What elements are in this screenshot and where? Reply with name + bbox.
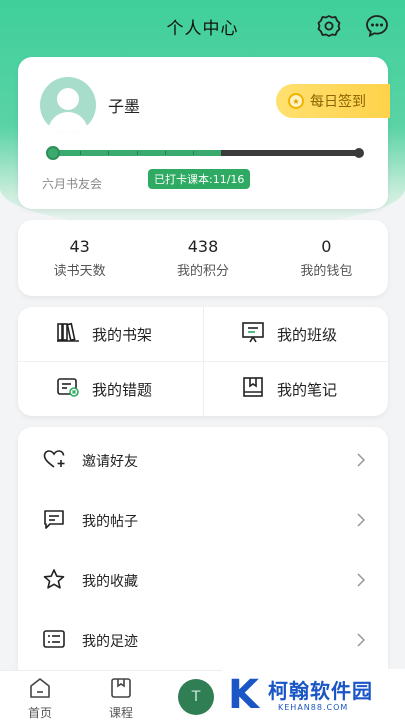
progress-tick <box>165 151 166 155</box>
menu-item-favorites[interactable]: 我的收藏 <box>18 551 388 611</box>
watermark-domain: KEHAN88.COM <box>278 703 349 712</box>
stats-card: 43 读书天数 438 我的积分 0 我的钱包 <box>18 220 388 296</box>
coin-icon: ★ <box>288 93 304 109</box>
page-title: 个人中心 <box>166 18 239 39</box>
progress-tag: 已打卡课本:11/16 <box>148 169 251 189</box>
menu-list-card: 邀请好友 我的帖子 我的收藏 我的足迹 <box>18 427 388 687</box>
stat-label: 读书天数 <box>53 264 106 279</box>
menu-item-label: 邀请好友 <box>82 454 138 470</box>
footprint-list-icon <box>42 628 66 654</box>
menu-item-my-posts[interactable]: 我的帖子 <box>18 491 388 551</box>
menu-item-label: 我的足迹 <box>82 634 138 650</box>
progress-tick <box>80 151 81 155</box>
message-bubble-icon[interactable] <box>363 12 391 40</box>
chevron-right-icon <box>356 633 366 651</box>
stat-value: 438 <box>187 237 219 256</box>
profile-card: 子墨 ★ 每日签到 六月书友会 已打卡课本:11/16 <box>18 57 390 209</box>
avatar-body-shape <box>48 112 88 133</box>
stat-reading-days[interactable]: 43 读书天数 <box>18 220 141 296</box>
progress-end-dot <box>354 148 364 158</box>
top-bar: 个人中心 <box>0 0 405 52</box>
username: 子墨 <box>108 97 141 116</box>
tab-center-badge[interactable]: T <box>178 679 214 715</box>
menu-item-label: 我的帖子 <box>82 514 138 530</box>
grid-item-class[interactable]: 我的班级 <box>203 307 388 361</box>
menu-item-label: 我的收藏 <box>82 574 138 590</box>
stat-value: 43 <box>69 237 90 256</box>
watermark-logo: K 柯翰软件园 KEHAN88.COM <box>222 669 405 720</box>
menu-item-invite-friends[interactable]: 邀请好友 <box>18 431 388 491</box>
stat-value: 0 <box>321 237 332 256</box>
bookshelf-icon <box>56 321 80 347</box>
notebook-icon <box>241 376 265 402</box>
tab-home[interactable]: 首页 <box>15 677 65 720</box>
progress-tick <box>137 151 138 155</box>
grid-item-label: 我的错题 <box>92 380 153 399</box>
progress-start-dot <box>46 146 60 160</box>
menu-item-footprints[interactable]: 我的足迹 <box>18 611 388 671</box>
progress-tick <box>108 151 109 155</box>
daily-checkin-label: 每日签到 <box>310 94 366 110</box>
grid-item-notes[interactable]: 我的笔记 <box>203 362 388 416</box>
stat-label: 我的钱包 <box>300 264 353 279</box>
feature-grid-card: 我的书架 我的班级 我的错题 我的笔记 <box>18 307 388 416</box>
watermark-brand: 柯翰软件园 <box>268 679 373 703</box>
progress-tick <box>193 151 194 155</box>
grid-item-wrong-questions[interactable]: 我的错题 <box>18 362 203 416</box>
grid-item-label: 我的笔记 <box>277 380 338 399</box>
invite-heart-icon <box>42 448 66 474</box>
stat-points[interactable]: 438 我的积分 <box>141 220 264 296</box>
book-club-label: 六月书友会 <box>42 177 103 191</box>
wrong-question-icon <box>56 376 80 402</box>
grid-item-label: 我的班级 <box>277 325 338 344</box>
watermark-k-logo-icon: K <box>228 672 259 718</box>
post-chat-icon <box>42 508 66 534</box>
avatar[interactable] <box>40 77 96 133</box>
stat-wallet[interactable]: 0 我的钱包 <box>265 220 388 296</box>
tab-label: 首页 <box>27 706 52 720</box>
daily-checkin-button[interactable]: ★ 每日签到 <box>276 84 390 118</box>
tab-course[interactable]: 课程 <box>96 677 146 720</box>
stat-label: 我的积分 <box>176 264 229 279</box>
class-board-icon <box>241 321 265 347</box>
grid-item-bookshelf[interactable]: 我的书架 <box>18 307 203 361</box>
chevron-right-icon <box>356 453 366 471</box>
grid-item-label: 我的书架 <box>92 325 153 344</box>
checkin-progress-bar <box>46 146 364 160</box>
chevron-right-icon <box>356 513 366 531</box>
home-icon <box>28 677 52 702</box>
star-icon <box>42 568 66 594</box>
tab-label: 课程 <box>108 706 133 720</box>
settings-gear-icon[interactable] <box>315 12 343 40</box>
avatar-head-shape <box>57 88 79 110</box>
chevron-right-icon <box>356 573 366 591</box>
course-book-icon <box>109 677 133 702</box>
